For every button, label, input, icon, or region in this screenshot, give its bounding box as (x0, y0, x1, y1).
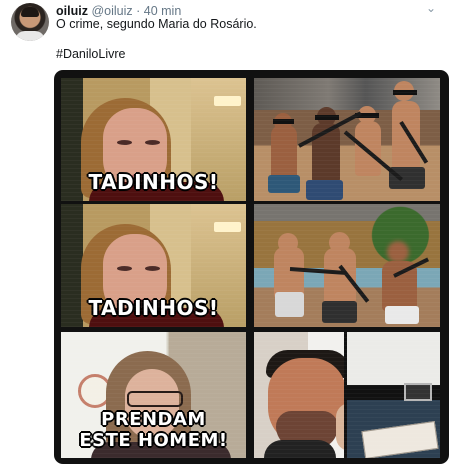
person-head (329, 232, 350, 253)
handle[interactable]: @oiluiz (91, 4, 132, 18)
shorts (275, 292, 304, 317)
shorts (268, 175, 300, 193)
ceiling-light (214, 222, 241, 232)
avatar-hair (21, 7, 39, 17)
timestamp[interactable]: 40 min (144, 4, 182, 18)
chevron-down-icon[interactable]: ⌄ (424, 1, 438, 15)
meme-caption: PRENDAM ESTE HOMEM! (61, 409, 246, 451)
woman-eye (145, 140, 160, 145)
cash (361, 420, 439, 458)
meme-panel-armed-group-2 (254, 204, 440, 327)
hand (336, 403, 344, 451)
woman-eye (117, 266, 132, 271)
person (392, 101, 420, 171)
glasses (127, 391, 183, 407)
ceiling-light (214, 96, 241, 106)
meme-panel-crying-woman-2: TADINHOS! (61, 204, 246, 327)
belt-buckle (404, 383, 432, 401)
tweet-media[interactable]: TADINHOS! TADINHOS! PRENDAM ESTE HOMEM! (54, 70, 449, 464)
selfie-photo (347, 332, 440, 458)
face-mask (273, 119, 294, 124)
meme-panel-woman-glasses: PRENDAM ESTE HOMEM! (61, 332, 246, 458)
face-mask (315, 115, 339, 120)
woman-eye (117, 140, 132, 145)
meme-caption: TADINHOS! (88, 296, 219, 320)
selfie-photo (254, 332, 344, 458)
shorts (385, 306, 419, 324)
person-head (387, 241, 409, 263)
person (271, 125, 297, 179)
avatar-shirt (15, 31, 45, 41)
separator: · (136, 4, 141, 18)
display-name[interactable]: oiluiz (56, 4, 88, 18)
meme-panel-selfies (254, 332, 440, 458)
hashtag[interactable]: #DaniloLivre (56, 47, 125, 61)
meme-caption-line-2: ESTE HOMEM! (79, 430, 228, 451)
woman-eye (145, 266, 160, 271)
meme-panel-armed-group-1 (254, 78, 440, 201)
meme-caption: TADINHOS! (88, 170, 219, 194)
shorts (306, 180, 343, 200)
avatar[interactable] (11, 3, 49, 41)
meme-caption-line-1: PRENDAM (101, 409, 206, 430)
face-mask (393, 90, 417, 95)
person-head (278, 233, 298, 253)
shorts (322, 301, 357, 323)
tweet-text: O crime, segundo Maria do Rosário. (56, 17, 257, 31)
meme-panel-crying-woman-1: TADINHOS! (61, 78, 246, 201)
man-shirt (264, 440, 336, 458)
